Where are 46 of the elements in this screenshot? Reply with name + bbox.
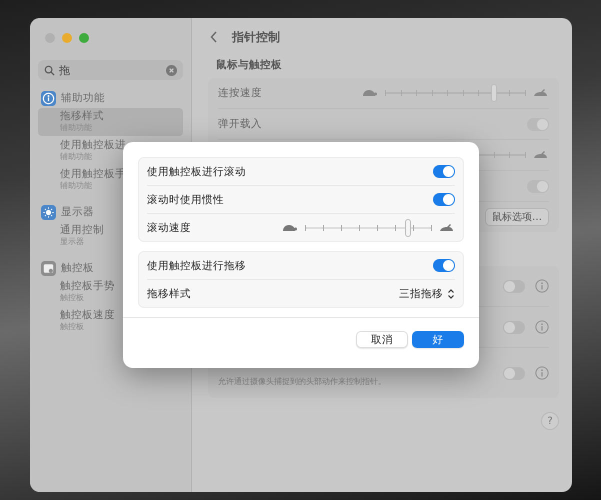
mouse-options-button[interactable]: 鼠标选项…: [485, 208, 549, 226]
brightness-icon: [41, 204, 56, 220]
sidebar-section[interactable]: 显示器: [61, 205, 94, 219]
slider-thumb[interactable]: [405, 218, 412, 236]
toggle-switch[interactable]: [503, 320, 525, 334]
search-value: 拖: [59, 62, 71, 78]
accessibility-icon: [41, 90, 56, 106]
search-field[interactable]: 拖: [38, 60, 183, 80]
section-heading: 鼠标与触控板: [216, 58, 283, 72]
rabbit-icon: [439, 222, 455, 232]
clear-icon[interactable]: [166, 64, 177, 76]
slider-thumb[interactable]: [491, 84, 498, 102]
info-icon[interactable]: [535, 320, 549, 334]
toggle-switch[interactable]: [527, 180, 549, 192]
info-icon[interactable]: [535, 279, 549, 293]
setting-label: 滚动时使用惯性: [147, 192, 224, 206]
toggle-switch[interactable]: [433, 165, 455, 178]
rabbit-icon: [533, 150, 549, 160]
toggle-switch[interactable]: [433, 193, 455, 206]
sidebar-section[interactable]: 触控板: [61, 261, 94, 275]
setting-label: 使用触控板进行拖移: [147, 258, 246, 272]
rabbit-icon: [533, 88, 549, 98]
cancel-button[interactable]: 取消: [356, 331, 408, 348]
trackpad-icon: [41, 260, 56, 276]
back-icon[interactable]: [210, 31, 218, 43]
tortoise-icon: [361, 88, 377, 98]
search-icon: [44, 64, 55, 76]
toggle-switch[interactable]: [503, 366, 525, 380]
setting-label: 弹开载入: [218, 117, 262, 131]
setting-label: 拖移样式: [147, 286, 191, 300]
setting-label: 滚动速度: [147, 220, 191, 234]
page-title: 指针控制: [232, 28, 280, 46]
toggle-switch[interactable]: [527, 118, 549, 130]
sidebar-section[interactable]: 辅助功能: [61, 91, 105, 105]
help-button[interactable]: ?: [541, 412, 559, 430]
ok-button[interactable]: 好: [412, 331, 464, 348]
toggle-switch[interactable]: [503, 280, 525, 292]
drag-style-popup[interactable]: 三指拖移: [399, 286, 455, 300]
setting-label: 连按速度: [218, 86, 262, 100]
setting-label: 使用触控板进行滚动: [147, 164, 246, 178]
chevron-icon: [447, 288, 455, 300]
toggle-switch[interactable]: [433, 259, 455, 272]
info-icon[interactable]: [535, 366, 549, 380]
zoom-icon[interactable]: [79, 33, 89, 43]
tortoise-icon: [281, 222, 297, 232]
minimize-icon[interactable]: [62, 33, 72, 43]
